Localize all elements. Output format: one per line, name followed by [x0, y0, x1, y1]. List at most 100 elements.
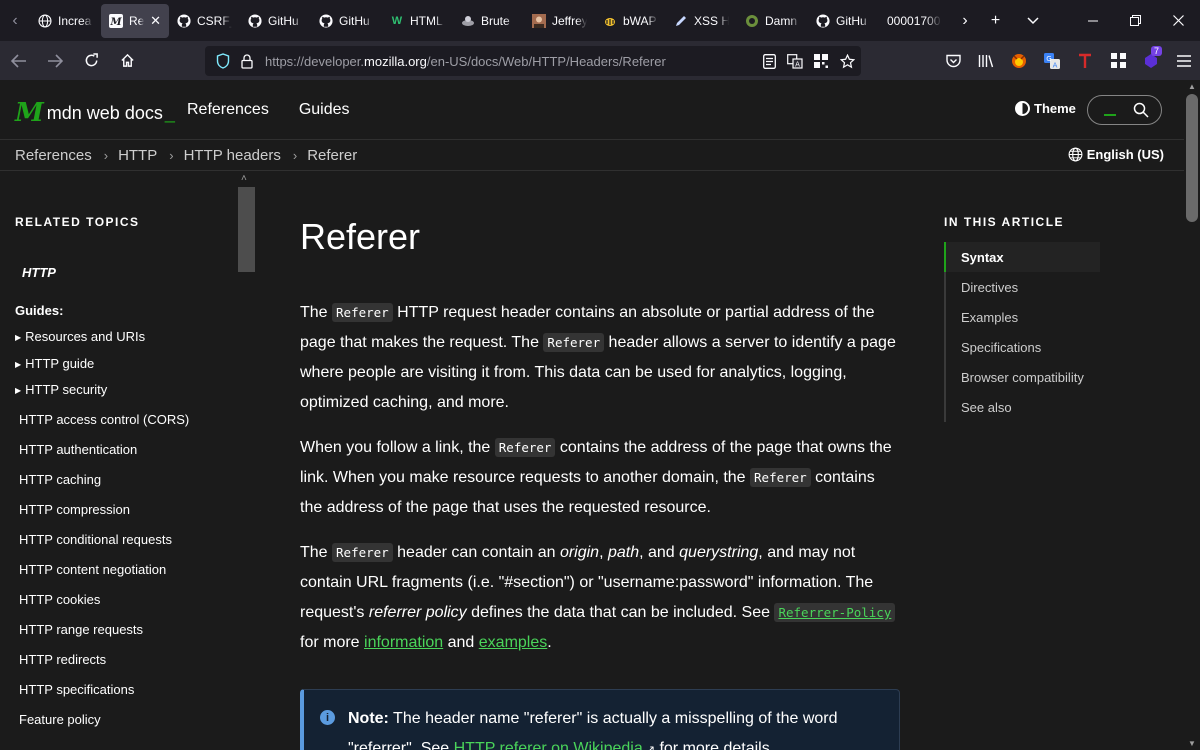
- language-label: English (US): [1086, 147, 1164, 162]
- breadcrumb-http[interactable]: HTTP: [118, 147, 157, 164]
- toc-item[interactable]: Specifications: [961, 340, 1041, 355]
- library-button[interactable]: [978, 53, 994, 69]
- scroll-up-icon[interactable]: ˄: [241, 173, 247, 184]
- browser-tab[interactable]: GitHu: [240, 4, 311, 38]
- info-icon: i: [320, 710, 335, 725]
- page-title: Referer: [300, 216, 421, 257]
- search-icon[interactable]: [1133, 102, 1149, 118]
- brute-icon: [461, 14, 475, 28]
- nav-guides[interactable]: Guides: [299, 101, 350, 119]
- browser-tab[interactable]: Brute: [453, 4, 524, 38]
- browser-tab[interactable]: 00001700: [879, 4, 950, 38]
- sidebar-expandable-item[interactable]: ▶ Resources and URIs: [15, 329, 145, 344]
- extension-button-badge[interactable]: 7: [1143, 45, 1163, 69]
- sidebar-item[interactable]: HTTP caching: [19, 472, 101, 487]
- close-tab-icon[interactable]: ✕: [150, 13, 161, 29]
- code-referer: Referer: [332, 303, 393, 322]
- page-scroll-thumb[interactable]: [1186, 94, 1198, 222]
- breadcrumb-referer[interactable]: Referer: [307, 147, 357, 164]
- sidebar-section-http[interactable]: HTTP: [22, 265, 56, 280]
- sidebar-item[interactable]: HTTP redirects: [19, 652, 106, 667]
- sidebar-item[interactable]: HTTP access control (CORS): [19, 412, 189, 427]
- mdn-logo[interactable]: M mdn web docs _: [15, 98, 175, 128]
- browser-tab[interactable]: XSS H: [666, 4, 737, 38]
- grid-extension-icon: [1110, 53, 1126, 68]
- restore-button[interactable]: [1114, 0, 1157, 41]
- sidebar-item[interactable]: HTTP compression: [19, 502, 130, 517]
- sidebar-item[interactable]: HTTP cookies: [19, 592, 100, 607]
- forward-button[interactable]: [38, 45, 72, 77]
- breadcrumb-references[interactable]: References: [15, 147, 92, 164]
- extension-button-fox[interactable]: [1011, 53, 1027, 69]
- sidebar-item[interactable]: HTTP content negotiation: [19, 562, 166, 577]
- list-all-tabs-button[interactable]: [1014, 0, 1051, 41]
- sidebar-item[interactable]: HTTP authentication: [19, 442, 137, 457]
- sidebar-scroll-thumb[interactable]: [238, 187, 255, 272]
- toc-item[interactable]: Browser compatibility: [961, 370, 1084, 385]
- browser-tab[interactable]: W HTML: [382, 4, 453, 38]
- tracking-protection-button[interactable]: [209, 53, 237, 69]
- back-button[interactable]: [2, 45, 36, 77]
- reader-view-icon: [762, 53, 776, 69]
- lock-icon: [241, 53, 253, 69]
- sidebar-item[interactable]: HTTP range requests: [19, 622, 143, 637]
- page-scrollbar[interactable]: ▲ ▼: [1184, 80, 1200, 750]
- sidebar-scrollbar[interactable]: ˄: [238, 171, 255, 750]
- sidebar-item[interactable]: HTTP specifications: [19, 682, 134, 697]
- theme-button[interactable]: Theme: [1015, 101, 1076, 116]
- home-button[interactable]: [110, 45, 144, 77]
- minimize-button[interactable]: [1071, 0, 1114, 41]
- browser-tab[interactable]: bWAP: [595, 4, 666, 38]
- tab-scroll-left-button[interactable]: ‹: [0, 0, 30, 41]
- pocket-button[interactable]: [945, 53, 961, 69]
- scroll-down-icon[interactable]: ▼: [1188, 739, 1196, 748]
- toc-item[interactable]: Examples: [961, 310, 1018, 325]
- github-icon: [248, 13, 262, 28]
- app-menu-button[interactable]: [1176, 53, 1192, 69]
- reload-button[interactable]: [74, 45, 108, 77]
- language-switcher[interactable]: English (US): [1068, 147, 1164, 162]
- extension-button-t[interactable]: [1077, 53, 1093, 69]
- hamburger-menu-icon: [1177, 54, 1191, 67]
- address-bar[interactable]: https://developer.mozilla.org/en-US/docs…: [205, 46, 861, 76]
- toc-item[interactable]: Syntax: [961, 250, 1004, 265]
- mdn-logo-text: mdn web docs: [46, 102, 163, 123]
- minimize-icon: [1087, 20, 1098, 21]
- tab-scroll-right-button[interactable]: ›: [950, 0, 980, 41]
- breadcrumb-http-headers[interactable]: HTTP headers: [184, 147, 281, 164]
- extensions-grid-button[interactable]: [1110, 53, 1126, 69]
- paragraph-links: When you follow a link, the Referer cont…: [300, 438, 892, 516]
- code-referer: Referer: [494, 438, 556, 457]
- nav-references[interactable]: References: [187, 101, 269, 119]
- close-window-button[interactable]: [1157, 0, 1200, 41]
- bookmark-star-button[interactable]: [839, 53, 855, 69]
- browser-tab[interactable]: Damn: [737, 4, 808, 38]
- site-security-button[interactable]: [237, 53, 257, 69]
- related-topics-sidebar: RELATED TOPICS HTTP Guides: ▶ Resources a…: [0, 171, 255, 750]
- browser-tab[interactable]: M Refe ✕: [101, 3, 169, 38]
- examples-link[interactable]: examples: [479, 634, 547, 651]
- qr-code-button[interactable]: [813, 53, 829, 69]
- sidebar-expandable-item[interactable]: ▶ HTTP guide: [15, 356, 94, 371]
- browser-tab[interactable]: CSRF_: [169, 4, 240, 38]
- referrer-policy-link[interactable]: Referrer-Policy: [774, 603, 896, 622]
- scroll-up-icon[interactable]: ▲: [1188, 82, 1196, 91]
- wikipedia-link[interactable]: HTTP referer on Wikipedia: [454, 740, 643, 750]
- browser-tab[interactable]: GitHu: [808, 4, 879, 38]
- browser-tab[interactable]: Jeffrey: [524, 4, 595, 38]
- browser-tab[interactable]: GitHu: [311, 4, 382, 38]
- sidebar-item[interactable]: HTTP conditional requests: [19, 532, 172, 547]
- translate-button[interactable]: A: [787, 53, 803, 69]
- tab-strip: ‹ Increa M Refe ✕ CSRF_ GitHu GitHu W HTML Brute J…: [0, 0, 1200, 41]
- extension-button-translate[interactable]: GA: [1044, 52, 1060, 69]
- search-input[interactable]: [1087, 95, 1162, 125]
- toc-item[interactable]: See also: [961, 400, 1012, 415]
- sidebar-item[interactable]: Feature policy: [19, 712, 101, 727]
- information-link[interactable]: information: [364, 634, 443, 651]
- toc-item[interactable]: Directives: [961, 280, 1018, 295]
- sidebar-expandable-item[interactable]: ▶ HTTP security: [15, 382, 107, 397]
- browser-tab[interactable]: Increa: [30, 4, 101, 38]
- new-tab-button[interactable]: +: [977, 0, 1014, 41]
- svg-text:A: A: [795, 60, 800, 68]
- reader-view-button[interactable]: [761, 53, 777, 69]
